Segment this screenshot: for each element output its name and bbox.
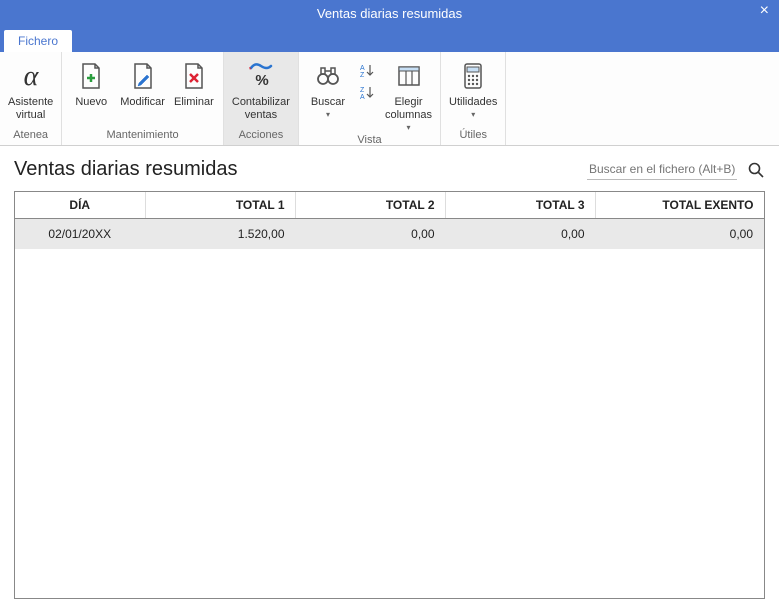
contabilizar-label: Contabilizar ventas [232, 96, 290, 122]
group-label-utiles: Útiles [447, 127, 499, 143]
utilidades-label: Utilidades [449, 96, 497, 109]
modificar-label: Modificar [120, 96, 165, 109]
eliminar-button[interactable]: Eliminar [171, 56, 217, 109]
elegir-label: Elegir columnas [385, 96, 432, 122]
elegir-columnas-button[interactable]: Elegir columnas ▾ [383, 56, 434, 132]
buscar-label: Buscar [311, 96, 345, 109]
group-label-mantenimiento: Mantenimiento [68, 127, 217, 143]
col-header-dia[interactable]: DÍA [15, 192, 145, 219]
data-table: DÍA TOTAL 1 TOTAL 2 TOTAL 3 TOTAL EXENTO… [15, 192, 764, 249]
sort-desc-button[interactable]: ZA [355, 82, 379, 102]
calculator-icon [455, 58, 491, 94]
close-icon[interactable]: × [760, 2, 769, 20]
svg-text:A: A [360, 65, 365, 72]
sort-asc-icon: AZ [358, 61, 376, 79]
contabilizar-ventas-button[interactable]: % Contabilizar ventas [230, 56, 292, 122]
window-title: Ventas diarias resumidas [317, 6, 462, 21]
search-icon[interactable] [747, 161, 765, 179]
ribbon-group-acciones: % Contabilizar ventas Acciones [224, 52, 299, 145]
chevron-down-icon: ▾ [471, 110, 475, 119]
search-area [587, 159, 765, 180]
group-label-acciones: Acciones [230, 127, 292, 143]
group-label-atenea: Atenea [6, 127, 55, 143]
document-edit-icon [125, 58, 161, 94]
ribbon-group-utiles: Utilidades ▾ Útiles [441, 52, 506, 145]
sort-desc-icon: ZA [358, 83, 376, 101]
eliminar-label: Eliminar [174, 96, 214, 109]
document-delete-icon [176, 58, 212, 94]
svg-text:%: % [255, 72, 268, 89]
nuevo-button[interactable]: Nuevo [68, 56, 114, 109]
data-table-container[interactable]: DÍA TOTAL 1 TOTAL 2 TOTAL 3 TOTAL EXENTO… [14, 191, 765, 599]
percent-swirl-icon: % [243, 58, 279, 94]
col-header-total2[interactable]: TOTAL 2 [295, 192, 445, 219]
ribbon-group-atenea: α Asistente virtual Atenea [0, 52, 62, 145]
content-area: Ventas diarias resumidas DÍA TOTAL 1 TOT… [0, 146, 779, 613]
ribbon: α Asistente virtual Atenea Nuevo Modific… [0, 52, 779, 146]
tab-strip: Fichero [0, 26, 779, 52]
asistente-virtual-button[interactable]: α Asistente virtual [6, 56, 55, 122]
buscar-button[interactable]: Buscar ▾ [305, 56, 351, 119]
cell-total3: 0,00 [445, 219, 595, 250]
page-title: Ventas diarias resumidas [14, 158, 237, 181]
cell-dia: 02/01/20XX [15, 219, 145, 250]
ribbon-group-vista: Buscar ▾ AZ ZA Elegir c [299, 52, 441, 145]
table-row[interactable]: 02/01/20XX 1.520,00 0,00 0,00 0,00 [15, 219, 764, 250]
search-input[interactable] [587, 159, 737, 180]
col-header-exento[interactable]: TOTAL EXENTO [595, 192, 764, 219]
table-header-row: DÍA TOTAL 1 TOTAL 2 TOTAL 3 TOTAL EXENTO [15, 192, 764, 219]
col-header-total1[interactable]: TOTAL 1 [145, 192, 295, 219]
cell-total1: 1.520,00 [145, 219, 295, 250]
tab-fichero[interactable]: Fichero [4, 30, 72, 52]
chevron-down-icon: ▾ [407, 123, 411, 132]
col-header-total3[interactable]: TOTAL 3 [445, 192, 595, 219]
modificar-button[interactable]: Modificar [118, 56, 167, 109]
title-bar: Ventas diarias resumidas × [0, 0, 779, 26]
sort-asc-button[interactable]: AZ [355, 60, 379, 80]
ribbon-group-mantenimiento: Nuevo Modificar Eliminar Mantenimiento [62, 52, 224, 145]
chevron-down-icon: ▾ [326, 110, 330, 119]
document-plus-icon [73, 58, 109, 94]
content-header: Ventas diarias resumidas [14, 158, 765, 181]
alpha-icon: α [13, 58, 49, 94]
cell-total2: 0,00 [295, 219, 445, 250]
cell-exento: 0,00 [595, 219, 764, 250]
svg-text:A: A [360, 94, 365, 99]
svg-text:Z: Z [360, 72, 365, 77]
columns-icon [391, 58, 427, 94]
asistente-label: Asistente virtual [8, 96, 53, 122]
svg-text:α: α [23, 61, 39, 92]
utilidades-button[interactable]: Utilidades ▾ [447, 56, 499, 119]
nuevo-label: Nuevo [75, 96, 107, 109]
svg-text:Z: Z [360, 87, 365, 94]
binoculars-icon [310, 58, 346, 94]
